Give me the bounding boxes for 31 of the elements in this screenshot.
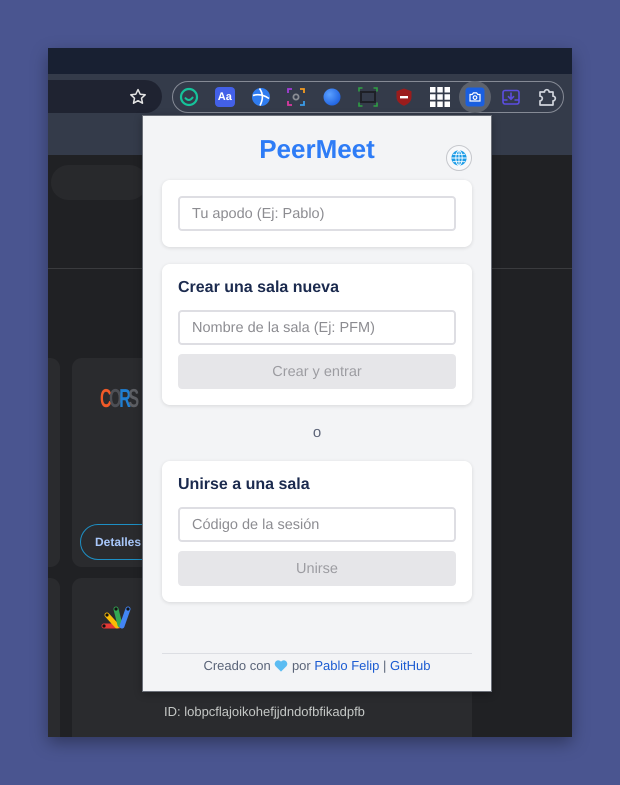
language-button[interactable] [446, 145, 472, 171]
letter-logo: CORS [100, 385, 137, 411]
fan-icon [100, 605, 132, 631]
letters-tile: Aa [214, 87, 235, 107]
repo-link[interactable]: GitHub [390, 658, 431, 673]
dot-icon [322, 87, 342, 107]
nickname-field[interactable]: Tu apodo (Ej: Pablo) [178, 196, 456, 231]
toolbar-button[interactable] [459, 81, 492, 113]
toolbar-button[interactable]: Aa [208, 81, 241, 113]
room-name-field[interactable]: Nombre de la sala (Ej: PFM) [178, 310, 456, 345]
ring-smile-icon [179, 87, 199, 107]
ball-icon [250, 87, 271, 107]
app-title: PeerMeet [259, 134, 375, 164]
session-code-field[interactable]: Código de la sesión [178, 507, 456, 542]
separator-text: o [312, 423, 322, 443]
author-link[interactable]: Pablo Felip [314, 658, 380, 673]
address-bar[interactable] [48, 80, 162, 113]
screen-frame-icon [358, 87, 378, 107]
star-icon[interactable] [129, 88, 147, 106]
extension-id-text: ID: lobpcflajoikohefjjdndofbfikadpfb [164, 704, 366, 720]
scan-frame-icon [286, 87, 306, 107]
heart-icon [274, 659, 288, 672]
globe-icon [451, 150, 467, 166]
grid-icon [430, 87, 450, 107]
section-heading: Crear una sala nueva [178, 278, 339, 298]
section-heading: Unirse a una sala [178, 475, 310, 495]
footer-credit: Creado con por Pablo Felip | GitHub [203, 657, 431, 674]
puzzle-icon [536, 87, 557, 107]
shield-icon [394, 87, 414, 107]
tray-icon [501, 87, 522, 107]
camera-icon [465, 87, 486, 107]
